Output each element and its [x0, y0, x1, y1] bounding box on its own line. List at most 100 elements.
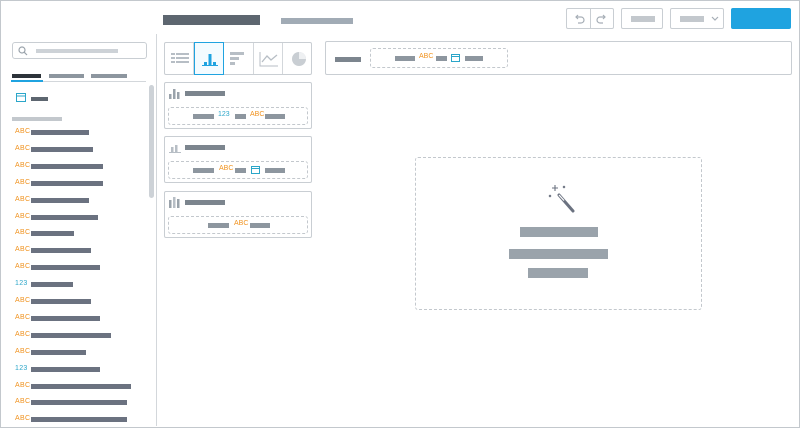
field-chip[interactable]	[235, 114, 246, 119]
field-type-badge: ABC	[15, 229, 31, 237]
field-type-badge: ABC	[219, 165, 234, 172]
field-type-badge: ABC	[15, 212, 31, 220]
field-type-badge: ABC	[15, 144, 31, 152]
field-list-item[interactable]	[31, 315, 100, 321]
field-type-badge: ABC	[15, 347, 31, 355]
field-chip[interactable]	[193, 168, 214, 173]
field-type-badge: ABC	[234, 220, 249, 227]
field-chip[interactable]	[250, 223, 270, 228]
field-type-badge: ABC	[15, 297, 31, 304]
field-type-badge: ABC	[250, 111, 265, 118]
field-chip[interactable]	[436, 56, 447, 61]
field-type-badge: ABC	[15, 330, 31, 338]
field-type-badge: ABC	[15, 313, 31, 321]
chart-canvas-empty-state	[415, 157, 702, 310]
filter-bar: ABC	[325, 41, 792, 75]
field-list-item[interactable]	[31, 130, 89, 135]
field-list-item[interactable]	[31, 180, 103, 186]
search-placeholder	[36, 49, 118, 53]
field-chip[interactable]	[193, 114, 214, 119]
card-title	[185, 145, 225, 150]
field-list-item[interactable]	[31, 366, 100, 372]
field-list-item[interactable]	[31, 299, 91, 304]
field-type-badge: ABC	[15, 128, 31, 135]
encoding-card-2: ABC	[164, 136, 312, 183]
field-list-item[interactable]	[31, 265, 100, 271]
tab-2[interactable]	[49, 74, 84, 78]
field-type-badge: ABC	[15, 263, 31, 271]
bar-chart-icon	[202, 54, 219, 66]
tab-3[interactable]	[91, 74, 127, 78]
drop-zone[interactable]: ABC	[168, 161, 308, 179]
primary-action-button[interactable]	[731, 8, 791, 29]
sidebar-scrollbar[interactable]	[149, 85, 154, 198]
table-icon	[171, 53, 189, 63]
filter-drop-zone[interactable]: ABC	[370, 48, 508, 68]
field-type-badge: ABC	[419, 53, 434, 60]
field-type-badge: ABC	[15, 398, 31, 406]
field-list-item[interactable]	[31, 146, 93, 152]
field-list-item[interactable]	[31, 197, 89, 203]
card-title	[185, 91, 225, 96]
field-type-badge: ABC	[15, 381, 31, 389]
chart-type-pie[interactable]	[283, 43, 311, 74]
field-chip[interactable]	[265, 114, 285, 119]
search-icon	[18, 46, 28, 56]
date-field-label[interactable]	[31, 97, 48, 101]
field-list-item[interactable]	[31, 332, 111, 338]
field-type-badge: 123	[15, 364, 28, 372]
empty-state-line-3	[528, 268, 588, 278]
chart-type-bar[interactable]	[194, 42, 225, 75]
field-list-item[interactable]	[31, 383, 131, 389]
field-list-item[interactable]	[31, 400, 127, 406]
redo-icon[interactable]	[596, 13, 608, 25]
field-type-badge: ABC	[15, 161, 31, 169]
field-list-item[interactable]	[31, 282, 73, 288]
chart-type-line[interactable]	[254, 43, 283, 74]
chart-type-horizontal-bar[interactable]	[224, 43, 254, 74]
tab-1[interactable]	[12, 74, 41, 78]
field-list-item[interactable]	[31, 248, 91, 254]
horizontal-bar-icon	[230, 52, 245, 65]
search-input[interactable]	[12, 42, 147, 59]
pie-chart-icon	[291, 52, 306, 66]
field-chip[interactable]	[265, 168, 285, 173]
encoding-card-3: ABC	[164, 191, 312, 238]
chevron-down-icon	[711, 16, 719, 21]
field-chip[interactable]	[395, 56, 415, 61]
field-type-badge: 123	[15, 280, 28, 288]
field-type-badge: ABC	[15, 195, 31, 203]
chart-type-table[interactable]	[165, 43, 195, 74]
drop-zone[interactable]: ABC	[168, 216, 308, 234]
bar-chart-icon	[169, 145, 181, 153]
drop-zone[interactable]: 123 ABC	[168, 107, 308, 125]
sidebar: ABC ABC ABC ABC ABC ABC ABC ABC ABC 123 ABC ABC ABC A…	[1, 34, 157, 426]
field-chip[interactable]	[235, 168, 246, 173]
field-list-item[interactable]	[31, 163, 103, 169]
undo-icon[interactable]	[573, 13, 585, 25]
calendar-icon	[251, 166, 260, 174]
card-title	[185, 200, 225, 205]
field-chip[interactable]	[208, 223, 229, 228]
field-list-item[interactable]	[31, 349, 86, 355]
magic-wand-icon	[548, 185, 575, 213]
chart-type-selector	[164, 42, 312, 75]
stacked-bar-icon	[169, 197, 180, 208]
tab-active-indicator	[11, 80, 43, 82]
field-type-badge: ABC	[15, 246, 31, 254]
page-subtitle-placeholder[interactable]	[281, 18, 353, 24]
bar-chart-icon	[169, 89, 180, 99]
encoding-card-1: 123 ABC	[164, 82, 312, 129]
line-chart-icon	[259, 52, 278, 67]
calendar-icon	[451, 54, 460, 62]
undo-redo-group	[566, 8, 614, 29]
empty-state-line-1	[520, 227, 598, 237]
field-chip[interactable]	[465, 56, 483, 61]
dropdown-button[interactable]	[670, 8, 724, 29]
field-list-item[interactable]	[31, 417, 127, 423]
field-list-item[interactable]	[31, 231, 74, 237]
page-title-placeholder	[163, 15, 260, 25]
field-list-item[interactable]	[31, 214, 98, 220]
secondary-button[interactable]	[621, 8, 663, 29]
field-type-badge: ABC	[15, 178, 31, 186]
